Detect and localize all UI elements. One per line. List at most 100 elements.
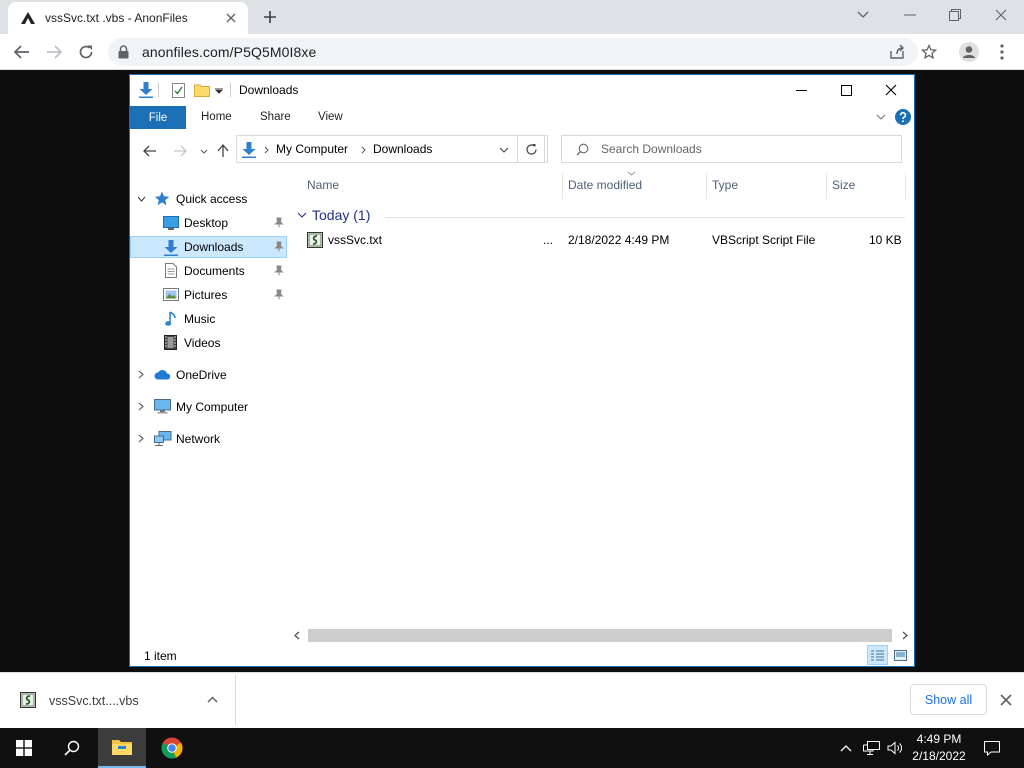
- ribbon-tab-share[interactable]: Share: [260, 111, 291, 123]
- scrollbar-thumb[interactable]: [308, 629, 892, 642]
- file-date-modified: 2/18/2022 4:49 PM: [568, 233, 670, 247]
- explorer-close-button[interactable]: [868, 75, 914, 105]
- minimize-browser-button[interactable]: [895, 4, 925, 26]
- network-icon: [154, 431, 172, 446]
- group-label: Today (1): [312, 207, 371, 223]
- expand-chevron-icon[interactable]: [138, 402, 144, 411]
- nav-desktop[interactable]: Desktop: [130, 212, 290, 234]
- expand-chevron-icon[interactable]: [138, 370, 144, 379]
- taskbar-chrome-icon[interactable]: [148, 728, 196, 768]
- download-item[interactable]: vssSvc.txt....vbs: [4, 675, 236, 725]
- browser-tab[interactable]: vssSvc.txt .vbs - AnonFiles: [8, 2, 248, 34]
- start-windows-icon[interactable]: [0, 728, 48, 768]
- download-options-chevron-icon[interactable]: [207, 696, 218, 703]
- nav-network[interactable]: Network: [130, 428, 290, 450]
- breadcrumb-my-computer[interactable]: My Computer: [276, 142, 348, 156]
- close-download-bar-icon[interactable]: [1000, 694, 1012, 706]
- expand-chevron-icon[interactable]: [138, 434, 144, 443]
- pin-icon[interactable]: [274, 265, 284, 276]
- lock-icon[interactable]: [118, 45, 129, 59]
- taskbar-search-icon[interactable]: [48, 728, 96, 768]
- explorer-back-icon[interactable]: [142, 143, 158, 159]
- nav-videos[interactable]: Videos: [130, 332, 290, 354]
- nav-quick-access[interactable]: Quick access: [130, 188, 290, 210]
- column-header-size[interactable]: Size: [832, 178, 855, 192]
- expand-ribbon-chevron-icon[interactable]: [876, 114, 886, 120]
- tab-close-icon[interactable]: [222, 9, 240, 27]
- taskbar-file-explorer-icon[interactable]: [98, 728, 146, 768]
- column-divider[interactable]: [562, 173, 563, 199]
- address-row: My Computer Downloads Search Downloads: [130, 133, 914, 167]
- explorer-maximize-button[interactable]: [823, 75, 869, 105]
- nav-downloads[interactable]: Downloads: [130, 236, 287, 258]
- column-header-name[interactable]: Name: [307, 178, 339, 192]
- nav-label: My Computer: [176, 400, 249, 414]
- profile-avatar-icon[interactable]: [958, 41, 980, 63]
- horizontal-scrollbar[interactable]: [290, 627, 914, 644]
- new-tab-button[interactable]: [260, 7, 280, 27]
- address-bar[interactable]: anonfiles.com/P5Q5M0I8xe: [108, 38, 937, 66]
- file-name[interactable]: vssSvc.txt: [328, 233, 382, 247]
- url-text[interactable]: anonfiles.com/P5Q5M0I8xe: [142, 44, 316, 60]
- nav-pictures[interactable]: Pictures: [130, 284, 290, 306]
- column-divider[interactable]: [905, 173, 906, 199]
- share-icon[interactable]: [888, 43, 906, 61]
- column-divider[interactable]: [706, 173, 707, 199]
- ribbon-tab-view[interactable]: View: [318, 111, 343, 123]
- explorer-forward-icon[interactable]: [172, 143, 188, 159]
- show-all-downloads-button[interactable]: Show all: [910, 684, 987, 715]
- new-folder-icon[interactable]: [194, 83, 210, 97]
- close-browser-button[interactable]: [986, 4, 1016, 26]
- breadcrumb-separator-icon[interactable]: [264, 146, 269, 154]
- large-icons-view-button[interactable]: [890, 645, 910, 665]
- forward-button[interactable]: [43, 41, 65, 63]
- back-button[interactable]: [11, 41, 33, 63]
- qat-dropdown-icon[interactable]: [215, 88, 223, 94]
- explorer-title-bar[interactable]: Downloads: [130, 75, 914, 105]
- nav-my-computer[interactable]: My Computer: [130, 396, 290, 418]
- restore-browser-button[interactable]: [940, 4, 970, 26]
- column-header-date-modified[interactable]: Date modified: [568, 178, 642, 192]
- show-hidden-icons-chevron-icon[interactable]: [836, 728, 856, 768]
- collapse-chevron-icon[interactable]: [137, 196, 146, 202]
- system-clock[interactable]: 4:49 PM 2/18/2022: [902, 731, 976, 765]
- group-collapse-chevron-icon[interactable]: [297, 212, 307, 218]
- address-history-chevron-icon[interactable]: [499, 147, 509, 153]
- tab-search-icon[interactable]: [848, 4, 878, 26]
- properties-check-icon[interactable]: [172, 83, 185, 98]
- breadcrumb-separator-icon[interactable]: [361, 146, 366, 154]
- breadcrumb-downloads[interactable]: Downloads: [373, 142, 432, 156]
- bookmark-star-icon[interactable]: [920, 43, 938, 61]
- ribbon-tab-file[interactable]: File: [130, 106, 186, 129]
- column-header-type[interactable]: Type: [712, 178, 738, 192]
- recent-locations-chevron-icon[interactable]: [196, 143, 212, 159]
- column-divider[interactable]: [826, 173, 827, 199]
- chrome-menu-icon[interactable]: [991, 41, 1013, 63]
- pin-icon[interactable]: [274, 241, 284, 252]
- explorer-minimize-button[interactable]: [778, 75, 824, 105]
- explorer-search-box[interactable]: Search Downloads: [561, 135, 902, 163]
- explorer-address-bar[interactable]: My Computer Downloads: [236, 135, 548, 163]
- network-status-icon[interactable]: [860, 728, 882, 768]
- explorer-refresh-button[interactable]: [517, 135, 545, 163]
- details-view-button[interactable]: [867, 645, 888, 665]
- scroll-left-arrow-icon[interactable]: [294, 631, 300, 640]
- pin-icon[interactable]: [274, 217, 284, 228]
- chrome-download-bar: vssSvc.txt....vbs Show all: [0, 672, 1024, 728]
- ribbon-tab-home[interactable]: Home: [201, 111, 232, 123]
- file-row-vsssvc[interactable]: vssSvc.txt ... 2/18/2022 4:49 PM VBScrip…: [293, 229, 913, 251]
- notifications-icon[interactable]: [980, 728, 1004, 768]
- search-placeholder: Search Downloads: [601, 142, 702, 156]
- browser-toolbar: anonfiles.com/P5Q5M0I8xe: [0, 34, 1024, 70]
- nav-documents[interactable]: Documents: [130, 260, 290, 282]
- group-divider-line: [385, 217, 905, 218]
- help-icon[interactable]: [895, 109, 911, 125]
- group-header-today[interactable]: Today (1): [297, 207, 370, 223]
- pin-icon[interactable]: [274, 289, 284, 300]
- nav-music[interactable]: Music: [130, 308, 290, 330]
- qat-divider: [158, 83, 159, 97]
- scroll-right-arrow-icon[interactable]: [902, 631, 908, 640]
- up-one-level-icon[interactable]: [215, 143, 231, 159]
- reload-button[interactable]: [75, 41, 97, 63]
- nav-onedrive[interactable]: OneDrive: [130, 364, 290, 386]
